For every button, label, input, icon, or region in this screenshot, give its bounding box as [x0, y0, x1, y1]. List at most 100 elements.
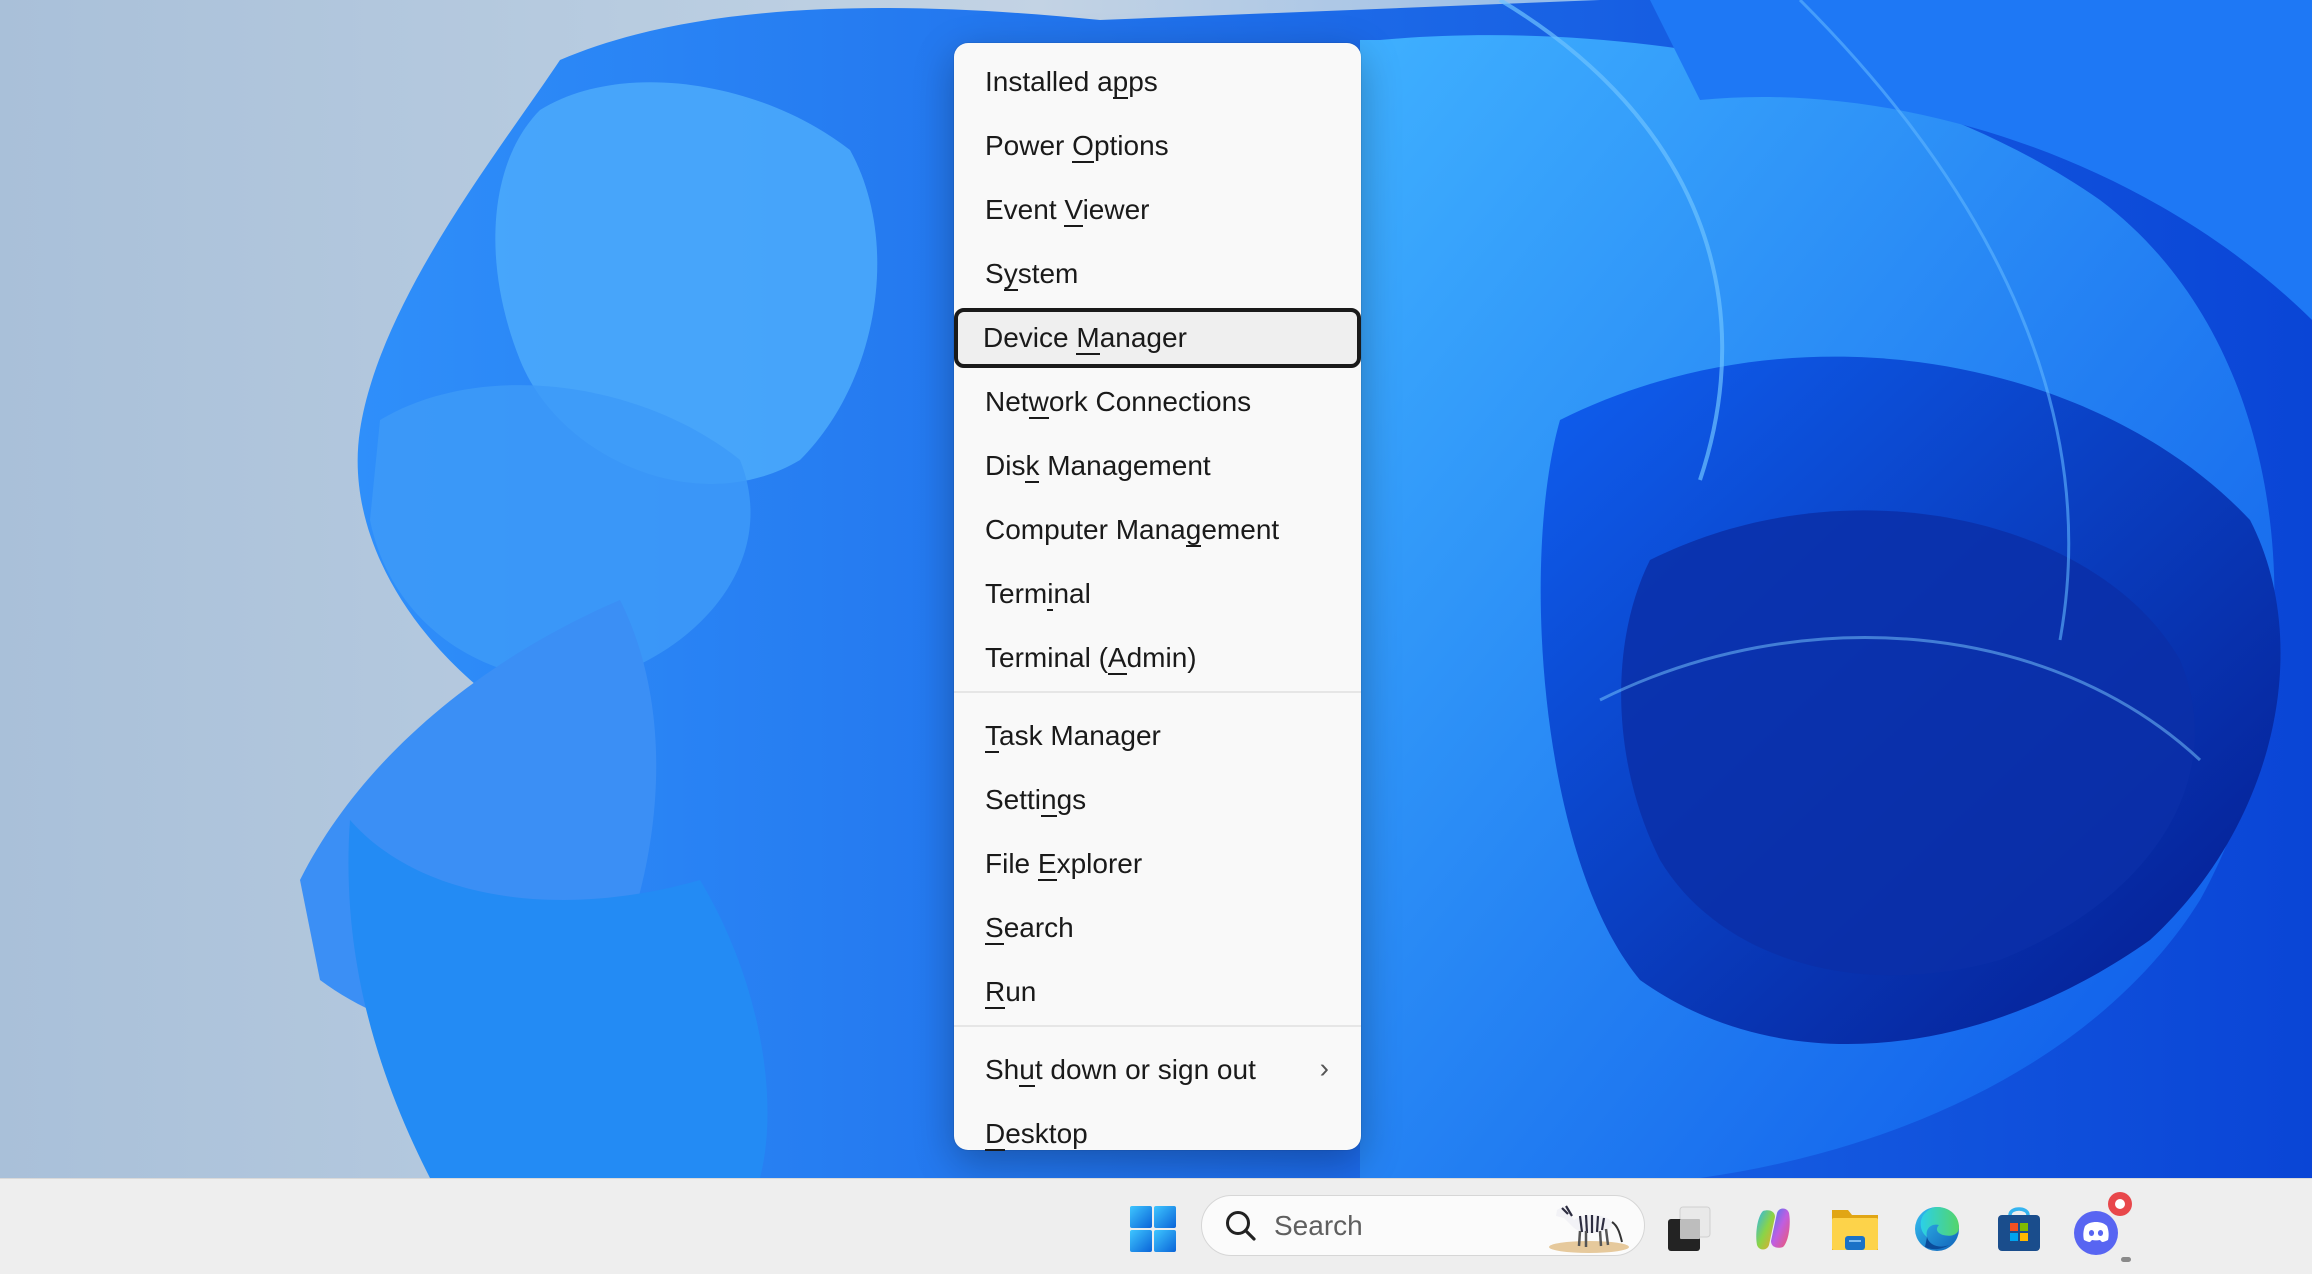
- store-icon: [1998, 1207, 2040, 1251]
- start-button[interactable]: [1123, 1199, 1183, 1259]
- label-text: iewer: [1082, 194, 1150, 225]
- folder-icon: [1832, 1210, 1878, 1250]
- menu-item-power-options[interactable]: Power Options: [956, 116, 1359, 176]
- menu-item-run[interactable]: Run: [956, 962, 1359, 1022]
- access-key: V: [1064, 194, 1083, 227]
- microsoft-store-button[interactable]: [1989, 1199, 2049, 1259]
- access-key: w: [1028, 386, 1049, 419]
- menu-item-search[interactable]: Search: [956, 898, 1359, 958]
- menu-item-label: Power Options: [985, 130, 1169, 163]
- label-text: Dis: [985, 450, 1026, 481]
- search-input[interactable]: [1272, 1208, 1516, 1243]
- label-text: xplorer: [1056, 848, 1143, 879]
- access-key: y: [1003, 258, 1018, 291]
- menu-item-terminal-admin[interactable]: Terminal (Admin): [956, 628, 1359, 688]
- menu-item-computer-management[interactable]: Computer Management: [956, 500, 1359, 560]
- access-key: A: [1107, 642, 1127, 675]
- label-text: Power: [985, 130, 1073, 161]
- menu-item-label: Terminal (Admin): [985, 642, 1197, 675]
- label-text: Terminal (: [985, 642, 1108, 673]
- zebra-search-highlight-icon[interactable]: [1544, 1198, 1630, 1254]
- menu-item-label: Shut down or sign out: [985, 1054, 1256, 1087]
- menu-item-system[interactable]: System: [956, 244, 1359, 304]
- label-text: earch: [1003, 912, 1074, 943]
- menu-item-label: Task Manager: [985, 720, 1161, 753]
- label-text: ask Manager: [999, 720, 1161, 751]
- label-text: anager: [1099, 322, 1187, 353]
- menu-separator: [954, 691, 1361, 693]
- menu-item-label: Computer Management: [985, 514, 1280, 547]
- label-text: S: [985, 258, 1004, 289]
- label-text: esktop: [1005, 1118, 1088, 1149]
- search-icon: [1226, 1210, 1256, 1241]
- access-key: M: [1076, 322, 1100, 355]
- discord-button[interactable]: [2071, 1192, 2132, 1259]
- access-key: R: [985, 976, 1006, 1009]
- access-key: S: [985, 912, 1004, 945]
- menu-item-label: Terminal: [985, 578, 1091, 611]
- copilot-button[interactable]: [1743, 1199, 1803, 1259]
- menu-item-installed-apps[interactable]: Installed apps: [956, 52, 1359, 112]
- windows-start-icon: [1130, 1206, 1176, 1252]
- access-key: E: [1037, 848, 1057, 881]
- menu-item-event-viewer[interactable]: Event Viewer: [956, 180, 1359, 240]
- access-key: T: [985, 720, 999, 753]
- access-key: n: [1041, 784, 1057, 817]
- access-key: k: [1025, 450, 1040, 483]
- menu-item-shut-down-or-sign-out[interactable]: Shut down or sign out ›: [956, 1040, 1359, 1100]
- file-explorer-button[interactable]: [1825, 1199, 1885, 1259]
- menu-separator: [954, 1025, 1361, 1027]
- edge-button[interactable]: [1907, 1199, 1967, 1259]
- menu-item-settings[interactable]: Settings: [956, 770, 1359, 830]
- menu-item-file-explorer[interactable]: File Explorer: [956, 834, 1359, 894]
- label-text: File: [985, 848, 1038, 879]
- label-text: Setti: [985, 784, 1042, 815]
- menu-item-network-connections[interactable]: Network Connections: [956, 372, 1359, 432]
- notification-badge-icon: [2108, 1192, 2132, 1216]
- menu-item-label: Search: [985, 912, 1074, 945]
- taskbar: [0, 1178, 2312, 1274]
- label-text: Sh: [985, 1054, 1020, 1085]
- label-text: Computer Mana: [985, 514, 1186, 545]
- label-text: Term: [985, 578, 1048, 609]
- label-text: ement: [1201, 514, 1280, 545]
- menu-item-label: Network Connections: [985, 386, 1252, 419]
- menu-item-disk-management[interactable]: Disk Management: [956, 436, 1359, 496]
- menu-item-label: Run: [985, 976, 1037, 1009]
- label-text: Net: [985, 386, 1029, 417]
- label-text: t down or sign out: [1034, 1054, 1256, 1085]
- label-text: stem: [1017, 258, 1079, 289]
- label-text: un: [1005, 976, 1037, 1007]
- task-view-icon: [1668, 1206, 1711, 1251]
- menu-item-label: Installed apps: [985, 66, 1158, 99]
- menu-item-task-manager[interactable]: Task Manager: [956, 706, 1359, 766]
- access-key: p: [1112, 66, 1129, 99]
- access-key: u: [1019, 1054, 1035, 1087]
- menu-item-label: Event Viewer: [985, 194, 1150, 227]
- access-key: D: [985, 1118, 1006, 1151]
- edge-icon: [1915, 1207, 1959, 1251]
- menu-item-label: Disk Management: [985, 450, 1211, 483]
- label-text: dmin): [1126, 642, 1197, 673]
- menu-item-terminal[interactable]: Terminal: [956, 564, 1359, 624]
- label-text: ork Connections: [1048, 386, 1252, 417]
- winx-context-menu: Installed apps Power Options Event Viewer S…: [954, 43, 1361, 1151]
- label-text: Event: [985, 194, 1065, 225]
- label-text: Management: [1039, 450, 1211, 481]
- label-text: ps: [1128, 66, 1158, 97]
- access-key: g: [1185, 514, 1202, 547]
- label-text: nal: [1053, 578, 1091, 609]
- discord-running-indicator: [2121, 1257, 2131, 1262]
- access-key: O: [1072, 130, 1094, 163]
- menu-item-desktop[interactable]: Desktop: [956, 1104, 1359, 1164]
- label-text: Installed a: [985, 66, 1113, 97]
- menu-item-label: Device Manager: [983, 322, 1187, 355]
- task-view-button[interactable]: [1660, 1199, 1720, 1259]
- taskbar-search-box[interactable]: [1201, 1195, 1645, 1256]
- label-text: ptions: [1093, 130, 1169, 161]
- menu-item-label: Settings: [985, 784, 1086, 817]
- menu-item-device-manager[interactable]: Device Manager: [954, 308, 1361, 368]
- label-text: Device: [983, 322, 1077, 353]
- menu-item-label: File Explorer: [985, 848, 1143, 881]
- copilot-icon: [1756, 1208, 1790, 1250]
